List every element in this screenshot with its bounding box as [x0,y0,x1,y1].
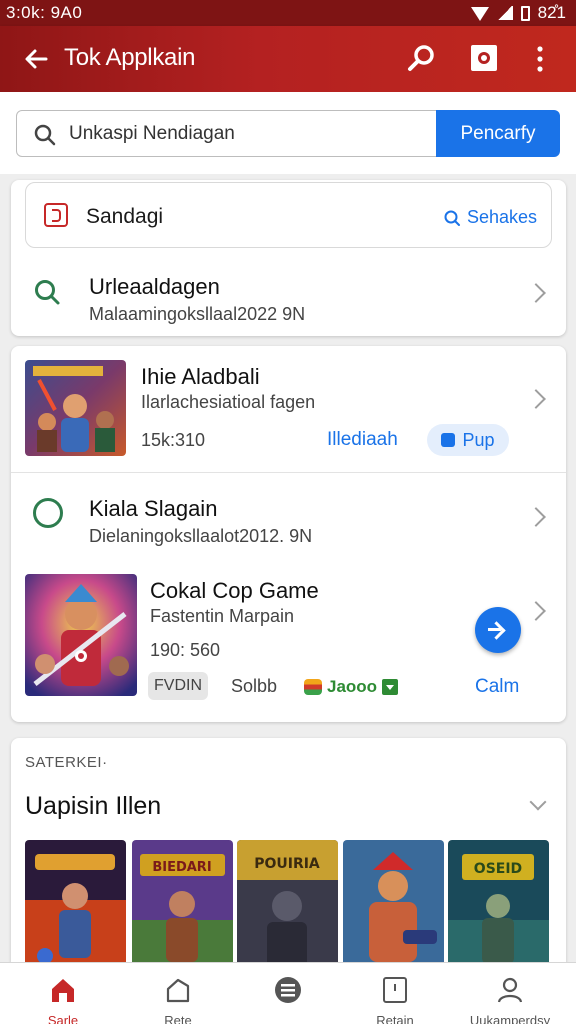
gallery-section: SATERKEI· Uapisin Illen BIEDARI POUIRIA [11,738,566,978]
nav-item-account[interactable]: Uukamperdsy [460,963,560,1024]
search-icon [444,210,460,226]
section-title: Uapisin Illen [25,792,162,820]
wifi-icon [470,7,489,21]
app-badge-icon [441,433,456,447]
divider [11,472,566,473]
battery-level: 82̊1 [537,3,566,22]
nav-item-retain[interactable]: Retain [345,963,445,1024]
app-title: Ihie Aladbali [141,364,260,389]
gallery-caption: POUIRIA [254,856,320,872]
gallery-thumbnail[interactable] [343,840,444,970]
gallery-thumbnail[interactable]: OSEID [448,840,549,970]
chevron-right-icon [526,601,546,621]
category-icon [44,203,68,227]
badge-label: Jaooo [327,677,378,696]
app-title: Cokal Cop Game [150,578,319,603]
app-stat: 190: 560 [150,640,221,660]
app-title: Kiala Slagain [89,496,218,521]
chevron-right-icon [526,389,546,409]
app-thumbnail [25,574,137,696]
download-icon [382,679,399,695]
category-search-link[interactable]: Sehakes [443,207,537,228]
bottom-navigation: Sarle Rete Retain Uukamperdsy [0,962,576,1024]
app-action-pill[interactable]: Pup [427,424,509,456]
radio-button[interactable] [33,498,63,528]
category-card: Sandagi Sehakes Urleaaldagen Malaamingok… [11,180,566,336]
chevron-right-icon [526,507,546,527]
category-label: Sandagi [86,205,164,228]
app-subtitle: Fastentin Marpain [150,606,295,626]
home-icon [52,979,74,1002]
search-icon [35,280,60,305]
gallery-caption: BIEDARI [152,860,211,875]
coin-icon [304,679,322,695]
nav-label: Sarle [47,1013,79,1024]
gallery-caption: OSEID [474,861,522,877]
status-time: 3:0k: 9A0 [6,3,83,22]
camera-icon[interactable] [468,42,500,74]
pill-label: Pup [462,429,495,450]
category-link-label: Sehakes [466,207,537,227]
more-vert-icon[interactable] [528,42,552,76]
app-title: Tok Applkain [64,44,196,71]
app-subtitle: Dielaningoksllaalot2012. 9N [89,526,313,546]
app-thumbnail [25,360,126,456]
nav-item-rete[interactable]: Rete [128,963,228,1024]
nav-label: Retain [376,1013,414,1024]
chevron-down-icon[interactable] [529,793,547,811]
search-bar: Unkaspi Nendiagan Pencarfy [0,92,576,174]
back-arrow-icon[interactable] [20,43,52,75]
chevron-right-icon [526,283,546,303]
menu-circle-icon [275,977,301,1003]
search-icon [34,124,56,146]
play-action-button[interactable] [475,607,521,653]
list-item-title: Urleaaldagen [89,274,220,299]
bookmark-icon [383,977,407,1003]
app-list-card: Ihie Aladbali Ilarlachesiatioal fagen 15… [11,346,566,722]
category-header[interactable]: Sandagi Sehakes [25,182,552,248]
nav-item-menu[interactable] [238,963,338,1024]
section-caption: SATERKEI· [25,754,108,771]
app-bar: Tok Applkain [0,26,576,92]
app-stat: 15k:310 [141,430,206,450]
search-input[interactable]: Unkaspi Nendiagan [16,110,438,157]
app-action-link[interactable]: Calm [475,676,519,698]
signal-icon [496,6,513,20]
gallery-thumbnail[interactable] [25,840,126,970]
app-chip: FVDIN [148,672,208,700]
person-icon [497,977,523,1003]
nav-label: Uukamperdsy [469,1013,551,1024]
nav-label: Rete [164,1013,192,1024]
app-link[interactable]: Illediaah [327,429,398,451]
app-subtitle: Ilarlachesiatioal fagen [141,392,316,412]
nav-item-home[interactable]: Sarle [13,963,113,1024]
search-submit-button[interactable]: Pencarfy [436,110,560,157]
search-placeholder: Unkaspi Nendiagan [69,123,235,144]
status-bar: 3:0k: 9A0 82̊1 [0,0,576,26]
battery-icon [520,5,530,21]
app-size: Solbb [231,676,278,696]
gallery-thumbnail[interactable]: POUIRIA [237,840,338,970]
gallery-thumbnail[interactable]: BIEDARI [132,840,233,970]
tag-icon [166,978,190,1003]
search-icon[interactable] [404,42,438,76]
list-item-subtitle: Malaamingoksllaal2022 9N [89,304,306,324]
app-badge: Jaooo [304,676,399,698]
status-icons: 82̊1 [470,3,566,23]
